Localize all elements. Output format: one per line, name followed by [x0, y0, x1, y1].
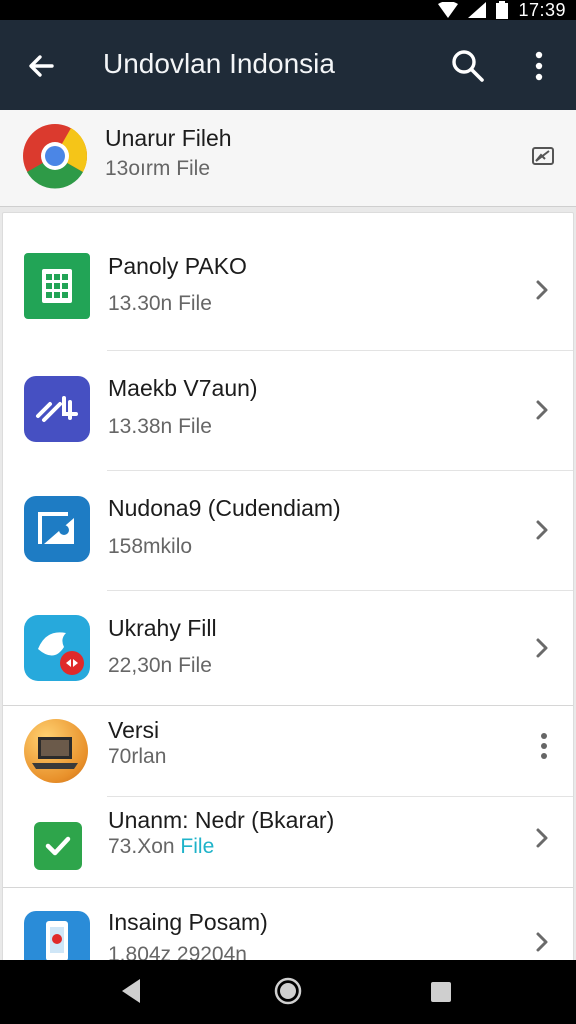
pinned-list-item[interactable]: Unarur Fileh 13oırm File: [0, 110, 576, 207]
chevron-right-icon: [536, 638, 548, 658]
list-item-title: Unanm: Nedr (Bkarar): [108, 807, 335, 833]
list-item[interactable]: Unanm: Nedr (Bkarar) 73.Xon File: [3, 797, 573, 888]
status-icons: 17:39: [438, 0, 566, 20]
status-time: 17:39: [518, 0, 566, 20]
list-item-title: Maekb V7aun): [108, 375, 258, 401]
checkmark-app-icon: [34, 822, 82, 870]
list-item-subtitle: 13.38n File: [108, 415, 212, 438]
list-item-subtitle: 22,30n File: [108, 654, 212, 677]
bird-app-icon: [24, 615, 90, 681]
edit-app-icon: [24, 376, 90, 442]
list-item[interactable]: Insaing Posam) 1.804z 29204n: [3, 887, 573, 961]
list-item[interactable]: Ukrahy Fill 22,30n File: [3, 591, 573, 706]
image-icon[interactable]: [532, 147, 554, 165]
app-bar: Undovlan Indonsia: [0, 20, 576, 110]
search-icon[interactable]: [450, 48, 486, 84]
list-item-subtitle: 70rlan: [108, 745, 167, 768]
list-item-subtitle: 13oırm File: [105, 157, 211, 180]
list-item-title: Panoly PAKO: [108, 253, 247, 279]
laptop-app-icon: [24, 719, 88, 783]
recents-nav-icon[interactable]: [430, 981, 452, 1003]
app-list-card: Panoly PAKO 13.30n File Maekb V7aun) 13.…: [2, 212, 574, 962]
list-item-title: Nudona9 (Cudendiam): [108, 495, 341, 521]
list-item-title: Ukrahy Fill: [108, 615, 217, 641]
status-bar: 17:39: [0, 0, 576, 20]
back-arrow-icon[interactable]: [26, 50, 58, 82]
list-item-subtitle: 73.Xon File: [108, 835, 214, 859]
signal-icon: [468, 2, 487, 18]
list-item[interactable]: Panoly PAKO 13.30n File: [3, 213, 573, 351]
list-item-title: Unarur Fileh: [105, 125, 232, 151]
list-item[interactable]: Maekb V7aun) 13.38n File: [3, 351, 573, 471]
back-nav-icon[interactable]: [118, 976, 144, 1006]
chevron-right-icon: [536, 932, 548, 952]
list-item-title: Versi: [108, 717, 160, 743]
navigation-bar: [0, 960, 576, 1024]
battery-icon: [496, 1, 509, 19]
size-value: 73.Xon: [108, 835, 175, 858]
list-item[interactable]: Versi 70rlan: [3, 705, 573, 797]
chevron-right-icon: [536, 280, 548, 300]
list-item-subtitle: 158mkilo: [108, 535, 193, 558]
chrome-app-icon: [23, 124, 88, 189]
list-item-subtitle: 13.30n File: [108, 292, 212, 315]
page-title: Undovlan Indonsia: [103, 48, 335, 79]
wifi-icon: [438, 2, 459, 18]
photo-editor-app-icon: [24, 496, 90, 562]
more-options-icon[interactable]: [528, 50, 550, 82]
phone-app-icon: [24, 911, 90, 961]
home-nav-icon[interactable]: [274, 977, 302, 1005]
chevron-right-icon: [536, 520, 548, 540]
spreadsheet-app-icon: [24, 253, 90, 319]
chevron-right-icon: [536, 828, 548, 848]
file-link[interactable]: File: [180, 835, 214, 858]
chevron-right-icon: [536, 400, 548, 420]
list-item-title: Insaing Posam): [108, 909, 268, 935]
list-item[interactable]: Nudona9 (Cudendiam) 158mkilo: [3, 471, 573, 591]
more-options-icon[interactable]: [539, 733, 549, 759]
